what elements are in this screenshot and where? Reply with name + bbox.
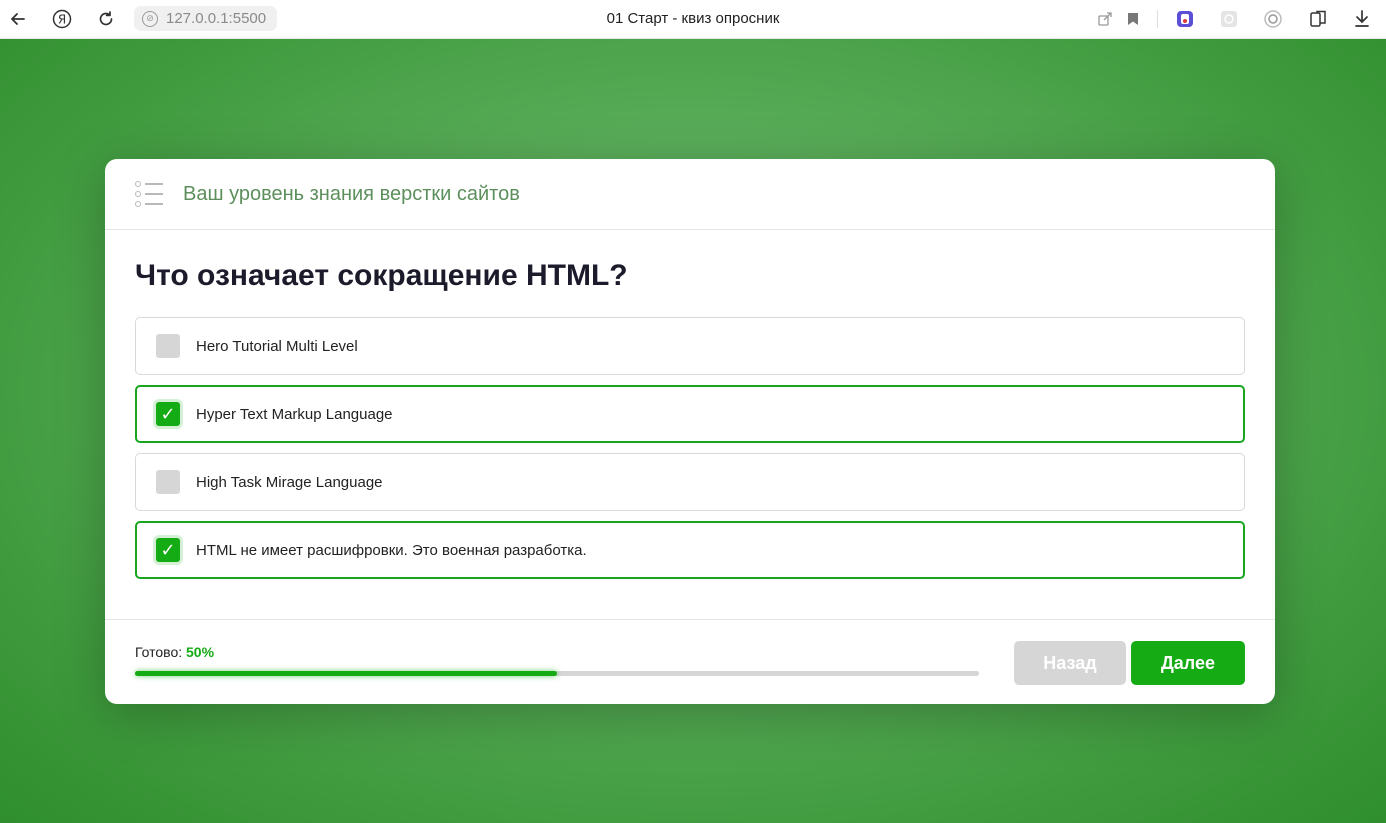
browser-toolbar: Я ⊘ 127.0.0.1:5500 01 Старт - квиз опрос… bbox=[0, 0, 1386, 39]
progress-bar bbox=[135, 671, 979, 676]
back-button[interactable]: Назад bbox=[1014, 641, 1126, 685]
progress-label: Готово: 50% bbox=[135, 644, 214, 660]
collections-icon[interactable] bbox=[1308, 9, 1328, 29]
bookmark-icon[interactable] bbox=[1123, 9, 1143, 29]
answer-option[interactable]: Hero Tutorial Multi Level bbox=[135, 317, 1245, 375]
checkbox[interactable] bbox=[156, 470, 180, 494]
url-text: 127.0.0.1:5500 bbox=[166, 10, 267, 27]
quiz-title: Ваш уровень знания верстки сайтов bbox=[183, 182, 520, 205]
extension-icon[interactable] bbox=[1175, 9, 1195, 29]
checkbox[interactable] bbox=[156, 334, 180, 358]
answer-label: HTML не имеет расшифровки. Это военная р… bbox=[196, 541, 587, 559]
yandex-icon[interactable]: Я bbox=[51, 8, 73, 30]
answer-label: Hero Tutorial Multi Level bbox=[196, 337, 358, 355]
reload-icon[interactable] bbox=[95, 8, 117, 30]
extension-icon[interactable] bbox=[1263, 9, 1283, 29]
page-background: Ваш уровень знания верстки сайтов Что оз… bbox=[0, 39, 1386, 823]
answer-option[interactable]: ✓ HTML не имеет расшифровки. Это военная… bbox=[135, 521, 1245, 579]
check-icon: ✓ bbox=[160, 539, 176, 560]
answer-option[interactable]: ✓ Hyper Text Markup Language bbox=[135, 385, 1245, 443]
quiz-card: Ваш уровень знания верстки сайтов Что оз… bbox=[105, 159, 1275, 704]
next-button[interactable]: Далее bbox=[1131, 641, 1245, 685]
answer-option[interactable]: High Task Mirage Language bbox=[135, 453, 1245, 511]
checkbox-checked[interactable]: ✓ bbox=[156, 538, 180, 562]
answer-label: Hyper Text Markup Language bbox=[196, 405, 393, 423]
progress-caption: Готово: bbox=[135, 644, 183, 660]
back-arrow-icon[interactable] bbox=[7, 8, 29, 30]
share-icon[interactable] bbox=[1095, 9, 1115, 29]
answer-list: Hero Tutorial Multi Level ✓ Hyper Text M… bbox=[135, 317, 1245, 589]
progress-fill bbox=[135, 671, 557, 676]
progress-percent: 50% bbox=[186, 644, 215, 660]
address-bar[interactable]: ⊘ 127.0.0.1:5500 bbox=[134, 6, 277, 31]
svg-text:Я: Я bbox=[58, 13, 66, 27]
download-icon[interactable] bbox=[1352, 9, 1372, 29]
check-icon: ✓ bbox=[160, 403, 176, 424]
globe-icon: ⊘ bbox=[142, 10, 158, 27]
checkbox-checked[interactable]: ✓ bbox=[156, 402, 180, 426]
quiz-header: Ваш уровень знания верстки сайтов bbox=[105, 159, 1275, 230]
answer-label: High Task Mirage Language bbox=[196, 473, 383, 491]
quiz-footer: Готово: 50% Назад Далее bbox=[105, 619, 1275, 704]
toolbar-divider bbox=[1157, 10, 1158, 28]
extension-icon[interactable] bbox=[1219, 9, 1239, 29]
question-title: Что означает сокращение HTML? bbox=[135, 259, 628, 292]
list-icon bbox=[135, 181, 163, 207]
